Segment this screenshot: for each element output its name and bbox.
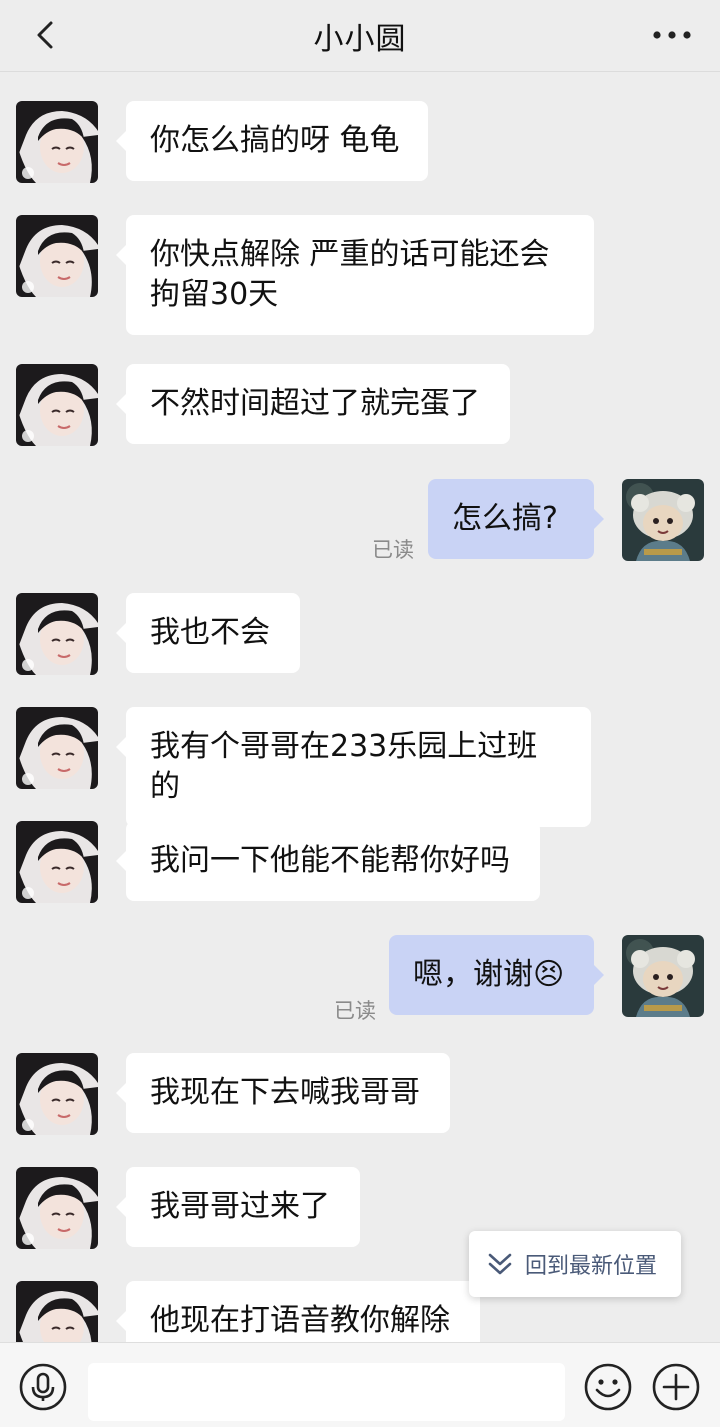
jump-to-latest-label: 回到最新位置 <box>525 1254 658 1279</box>
message-bubble[interactable]: 我哥哥过来了 <box>116 1167 360 1247</box>
chat-screen: 小小圆 你怎么搞的呀 龟龟 你快点解除 严重的话可能还会拘留30天 不然时间超过… <box>0 0 720 1427</box>
input-bar <box>0 1342 720 1427</box>
more-options-button[interactable] <box>644 10 700 60</box>
message-bubble[interactable]: 怎么搞? <box>428 479 604 559</box>
contact-avatar-image <box>16 1053 98 1135</box>
contact-avatar[interactable] <box>16 364 98 446</box>
my-avatar-image <box>622 935 704 1017</box>
contact-avatar[interactable] <box>16 101 98 183</box>
contact-avatar[interactable] <box>16 1053 98 1135</box>
double-chevron-down-icon <box>488 1253 512 1275</box>
jump-to-latest-button[interactable]: 回到最新位置 <box>469 1231 681 1297</box>
contact-avatar-image <box>16 101 98 183</box>
message-bubble[interactable]: 我问一下他能不能帮你好吗 <box>116 821 540 901</box>
contact-avatar-image <box>16 1167 98 1249</box>
contact-avatar-image <box>16 215 98 297</box>
chat-header: 小小圆 <box>0 0 720 72</box>
contact-avatar-image <box>16 593 98 675</box>
contact-avatar[interactable] <box>16 593 98 675</box>
message-bubble[interactable]: 我也不会 <box>116 593 300 673</box>
plus-circle-icon <box>652 1363 700 1411</box>
more-horizontal-icon <box>653 31 691 39</box>
message-bubble[interactable]: 嗯，谢谢😣 <box>389 935 604 1015</box>
microphone-icon <box>19 1363 67 1411</box>
contact-avatar[interactable] <box>16 821 98 903</box>
my-avatar[interactable] <box>622 479 704 561</box>
message-bubble[interactable]: 我现在下去喊我哥哥 <box>116 1053 450 1133</box>
back-button[interactable] <box>20 10 70 60</box>
emoji-button[interactable] <box>583 1362 633 1412</box>
my-avatar[interactable] <box>622 935 704 1017</box>
message-bubble[interactable]: 你怎么搞的呀 龟龟 <box>116 101 428 181</box>
read-status: 已读 <box>372 538 414 562</box>
contact-avatar-image <box>16 707 98 789</box>
message-bubble[interactable]: 他现在打语音教你解除 <box>116 1281 480 1342</box>
message-list[interactable]: 你怎么搞的呀 龟龟 你快点解除 严重的话可能还会拘留30天 不然时间超过了就完蛋… <box>0 72 720 1342</box>
smiley-icon <box>584 1363 632 1411</box>
contact-avatar[interactable] <box>16 1281 98 1342</box>
contact-avatar[interactable] <box>16 215 98 297</box>
more-functions-button[interactable] <box>651 1362 701 1412</box>
message-bubble[interactable]: 你快点解除 严重的话可能还会拘留30天 <box>116 215 594 335</box>
contact-avatar[interactable] <box>16 707 98 789</box>
read-status: 已读 <box>334 999 376 1023</box>
contact-avatar-image <box>16 364 98 446</box>
contact-avatar-image <box>16 821 98 903</box>
message-bubble[interactable]: 不然时间超过了就完蛋了 <box>116 364 510 444</box>
message-bubble[interactable]: 我有个哥哥在233乐园上过班的 <box>116 707 591 827</box>
message-input[interactable] <box>88 1363 565 1421</box>
chat-title: 小小圆 <box>313 21 407 57</box>
contact-avatar[interactable] <box>16 1167 98 1249</box>
chevron-left-icon <box>37 21 53 49</box>
my-avatar-image <box>622 479 704 561</box>
contact-avatar-image <box>16 1281 98 1342</box>
voice-input-button[interactable] <box>18 1362 68 1412</box>
